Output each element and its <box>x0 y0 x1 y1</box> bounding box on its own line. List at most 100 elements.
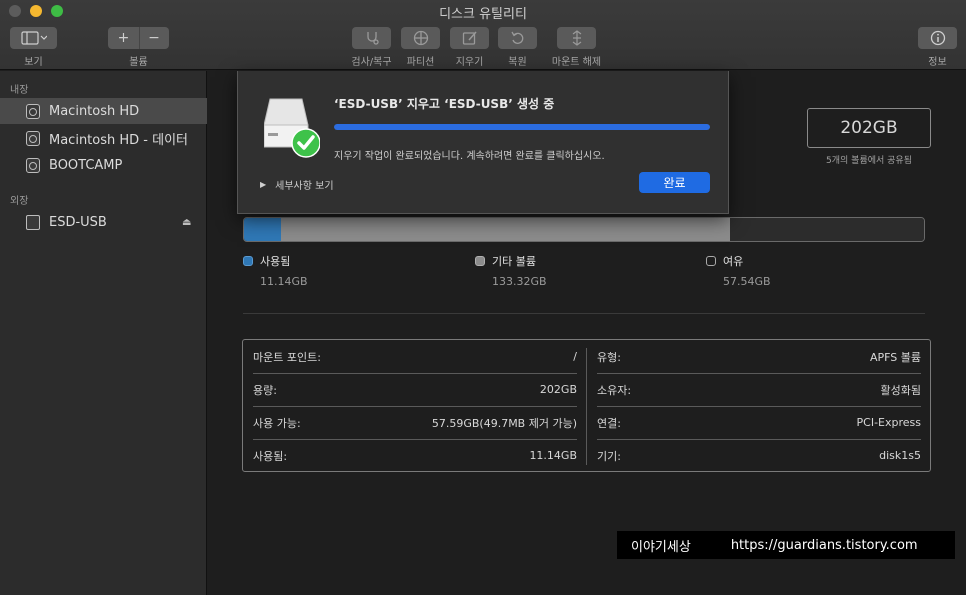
first-aid-label: 검사/복구 <box>351 57 392 68</box>
section-divider <box>243 313 925 314</box>
sidebar-item-label: ESD-USB <box>49 214 107 230</box>
sheet-message: 지우기 작업이 완료되었습니다. 계속하려면 완료를 클릭하십시오. <box>334 151 605 162</box>
info-row-connection: 연결: PCI-Express <box>597 406 921 439</box>
partition-button[interactable] <box>401 27 440 49</box>
volume-label: 볼륨 <box>129 57 148 68</box>
erase-button[interactable] <box>450 27 489 49</box>
legend-free-label: 여유 <box>723 255 744 268</box>
info-label: 마운트 포인트: <box>253 350 321 364</box>
unmount-button[interactable] <box>557 27 596 49</box>
legend-free: 여유 <box>706 253 743 269</box>
sidebar-icon <box>20 31 47 45</box>
external-drive-check-icon <box>264 98 320 158</box>
legend-used-label: 사용됨 <box>260 255 291 268</box>
sidebar-item-bootcamp[interactable]: BOOTCAMP <box>0 152 207 178</box>
restore-icon <box>510 31 523 44</box>
hard-disk-icon <box>26 103 40 119</box>
legend-used-swatch <box>243 256 253 266</box>
info-value: 활성화됨 <box>880 383 921 397</box>
done-button[interactable]: 완료 <box>639 172 710 193</box>
stethoscope-icon <box>366 32 379 45</box>
info-label: 정보 <box>928 57 947 68</box>
minus-icon: − <box>148 30 160 46</box>
info-icon <box>930 30 945 46</box>
info-label: 기기: <box>597 449 621 463</box>
watermark: 이야기세상 https://guardians.tistory.com <box>617 531 955 559</box>
legend-free-swatch <box>706 256 716 266</box>
info-value: 11.14GB <box>529 449 577 462</box>
capacity-display: 202GB <box>807 108 931 148</box>
info-row-device: 기기: disk1s5 <box>597 439 921 472</box>
legend-other-value: 133.32GB <box>492 275 547 288</box>
restore-label: 복원 <box>508 57 527 68</box>
info-label: 용량: <box>253 383 277 397</box>
usage-bar-used <box>244 218 282 241</box>
partition-label: 파티션 <box>406 57 435 68</box>
restore-button[interactable] <box>498 27 537 49</box>
sidebar-heading-external: 외장 <box>10 196 29 207</box>
info-label: 연결: <box>597 416 621 430</box>
legend-other: 기타 볼륨 <box>475 253 536 269</box>
add-volume-button[interactable]: + <box>109 27 139 49</box>
watermark-url: https://guardians.tistory.com <box>730 537 918 553</box>
info-button[interactable] <box>918 27 957 49</box>
sidebar-heading-internal: 내장 <box>10 85 29 96</box>
info-label: 유형: <box>597 350 621 364</box>
sidebar-item-label: Macintosh HD <box>49 103 140 119</box>
partition-icon <box>413 30 428 46</box>
sidebar-item-macintosh-hd-data[interactable]: Macintosh HD - 데이터 <box>0 125 207 151</box>
watermark-name: 이야기세상 <box>631 539 691 555</box>
info-row-type: 유형: APFS 볼륨 <box>597 340 921 373</box>
info-value: 57.59GB(49.7MB 제거 가능) <box>431 416 577 430</box>
legend-other-swatch <box>475 256 485 266</box>
show-details-toggle[interactable]: ▶ 세부사항 보기 <box>260 177 334 192</box>
window-title: 디스크 유틸리티 <box>439 7 527 22</box>
unmount-icon <box>572 30 581 46</box>
info-label: 소유자: <box>597 383 632 397</box>
info-value: / <box>573 350 577 363</box>
remove-volume-button[interactable]: − <box>138 27 169 49</box>
info-row-mount-point: 마운트 포인트: / <box>253 340 577 373</box>
sidebar: 내장 Macintosh HD Macintosh HD - 데이터 BOOTC… <box>0 71 207 595</box>
eject-icon[interactable]: ⏏ <box>182 217 191 228</box>
sidebar-item-esd-usb[interactable]: ESD-USB ⏏ <box>0 209 207 235</box>
show-details-label: 세부사항 보기 <box>275 181 334 192</box>
legend-free-value: 57.54GB <box>723 275 771 288</box>
legend-used-value: 11.14GB <box>260 275 308 288</box>
info-value: disk1s5 <box>879 449 921 462</box>
volume-button-group: + − <box>108 27 169 49</box>
erase-label: 지우기 <box>455 57 484 68</box>
sidebar-item-label: BOOTCAMP <box>49 157 123 173</box>
shared-volumes-text: 5개의 볼륨에서 공유됨 <box>826 156 912 166</box>
erase-icon <box>462 31 477 45</box>
view-label: 보기 <box>24 57 43 68</box>
info-value: APFS 볼륨 <box>869 350 921 364</box>
disclosure-triangle-icon: ▶ <box>260 180 267 189</box>
view-button[interactable] <box>10 27 57 49</box>
sidebar-item-label: Macintosh HD - 데이터 <box>49 132 188 148</box>
legend-other-label: 기타 볼륨 <box>492 255 536 268</box>
info-value: 202GB <box>539 383 577 396</box>
info-row-used: 사용됨: 11.14GB <box>253 439 577 472</box>
toolbar: 디스크 유틸리티 보기 + − 볼륨 검사/복구 파티션 지우기 복원 마운트 … <box>0 0 966 70</box>
external-drive-icon <box>26 214 40 230</box>
usage-bar-other <box>281 218 731 241</box>
volume-info-table: 마운트 포인트: / 용량: 202GB 사용 가능: 57.59GB(49.7… <box>242 339 931 472</box>
hard-disk-icon <box>26 157 40 173</box>
usage-bar <box>243 217 925 242</box>
plus-icon: + <box>117 30 130 46</box>
erase-progress-bar <box>334 124 710 130</box>
legend-used: 사용됨 <box>243 253 290 269</box>
info-row-available: 사용 가능: 57.59GB(49.7MB 제거 가능) <box>253 406 577 439</box>
info-column-separator <box>586 348 587 465</box>
info-label: 사용됨: <box>253 449 288 463</box>
first-aid-button[interactable] <box>352 27 391 49</box>
usage-bar-free <box>730 218 924 241</box>
hard-disk-icon <box>26 130 40 146</box>
info-row-capacity: 용량: 202GB <box>253 373 577 406</box>
erase-progress-fill <box>334 124 710 130</box>
sheet-title: ‘ESD-USB’ 지우고 ‘ESD-USB’ 생성 중 <box>334 97 555 111</box>
unmount-label: 마운트 해제 <box>551 57 602 68</box>
info-row-owner: 소유자: 활성화됨 <box>597 373 921 406</box>
sidebar-item-macintosh-hd[interactable]: Macintosh HD <box>0 98 207 124</box>
